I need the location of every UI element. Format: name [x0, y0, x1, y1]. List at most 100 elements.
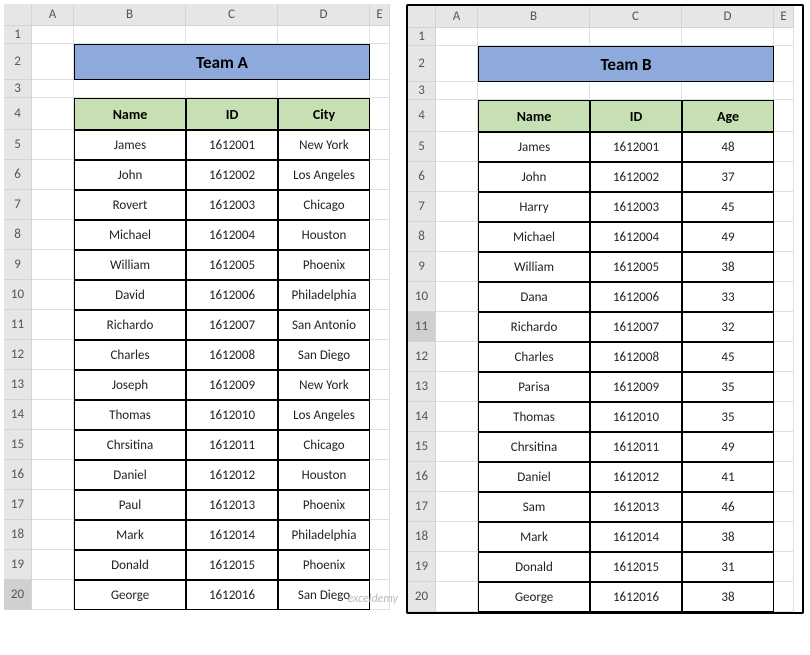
table-cell[interactable]: 1612004: [590, 222, 682, 252]
row-hdr-3[interactable]: 3: [4, 80, 32, 98]
row-hdr-10[interactable]: 10: [4, 280, 32, 310]
cell[interactable]: [774, 282, 794, 312]
row-hdr-9[interactable]: 9: [4, 250, 32, 280]
cell[interactable]: [74, 26, 186, 44]
table-cell[interactable]: Daniel: [74, 460, 186, 490]
table-cell[interactable]: Mark: [478, 522, 590, 552]
table-hdr-name[interactable]: Name: [478, 100, 590, 132]
table-cell[interactable]: 37: [682, 162, 774, 192]
cell[interactable]: [32, 250, 74, 280]
cell[interactable]: [32, 520, 74, 550]
cell[interactable]: [32, 580, 74, 610]
cell[interactable]: [32, 220, 74, 250]
row-hdr-18[interactable]: 18: [4, 520, 32, 550]
table-cell[interactable]: 1612006: [186, 280, 278, 310]
cell[interactable]: [370, 430, 390, 460]
cell[interactable]: [774, 312, 794, 342]
table-hdr-id[interactable]: ID: [186, 98, 278, 130]
cell[interactable]: [436, 222, 478, 252]
table-cell[interactable]: Parisa: [478, 372, 590, 402]
table-cell[interactable]: 1612012: [590, 462, 682, 492]
cell[interactable]: [32, 26, 74, 44]
row-hdr-9[interactable]: 9: [408, 252, 436, 282]
table-cell[interactable]: Houston: [278, 220, 370, 250]
row-hdr-7[interactable]: 7: [408, 192, 436, 222]
row-hdr-20[interactable]: 20: [408, 582, 436, 612]
row-hdr-19[interactable]: 19: [4, 550, 32, 580]
table-cell[interactable]: Charles: [74, 340, 186, 370]
cell[interactable]: [436, 462, 478, 492]
row-hdr-3[interactable]: 3: [408, 82, 436, 100]
cell[interactable]: [32, 310, 74, 340]
cell[interactable]: [186, 80, 278, 98]
row-hdr-15[interactable]: 15: [408, 432, 436, 462]
cell[interactable]: [436, 342, 478, 372]
table-cell[interactable]: 48: [682, 132, 774, 162]
cell[interactable]: [774, 222, 794, 252]
cell[interactable]: [436, 372, 478, 402]
table-cell[interactable]: Phoenix: [278, 250, 370, 280]
cell[interactable]: [74, 80, 186, 98]
cell[interactable]: [774, 162, 794, 192]
cell[interactable]: [370, 190, 390, 220]
cell[interactable]: [436, 402, 478, 432]
table-cell[interactable]: Michael: [74, 220, 186, 250]
cell[interactable]: [774, 582, 794, 612]
row-hdr-7[interactable]: 7: [4, 190, 32, 220]
cell[interactable]: [32, 460, 74, 490]
table-cell[interactable]: Thomas: [478, 402, 590, 432]
table-cell[interactable]: 1612012: [186, 460, 278, 490]
table-cell[interactable]: 35: [682, 372, 774, 402]
cell[interactable]: [774, 132, 794, 162]
col-hdr-e[interactable]: E: [774, 6, 794, 28]
cell[interactable]: [774, 402, 794, 432]
row-hdr-5[interactable]: 5: [408, 132, 436, 162]
row-hdr-2[interactable]: 2: [4, 44, 32, 80]
cell[interactable]: [478, 28, 590, 46]
table-cell[interactable]: 1612013: [590, 492, 682, 522]
table-cell[interactable]: Chicago: [278, 190, 370, 220]
cell[interactable]: [370, 280, 390, 310]
table-cell[interactable]: 41: [682, 462, 774, 492]
cell[interactable]: [370, 310, 390, 340]
cell[interactable]: [32, 400, 74, 430]
table-cell[interactable]: 1612011: [186, 430, 278, 460]
table-cell[interactable]: San Diego: [278, 340, 370, 370]
table-cell[interactable]: 33: [682, 282, 774, 312]
cell[interactable]: [774, 46, 794, 82]
col-hdr-a[interactable]: A: [32, 4, 74, 26]
table-cell[interactable]: 1612008: [590, 342, 682, 372]
row-hdr-16[interactable]: 16: [408, 462, 436, 492]
cell[interactable]: [682, 82, 774, 100]
table-hdr-city[interactable]: City: [278, 98, 370, 130]
cell[interactable]: [436, 312, 478, 342]
table-hdr-id[interactable]: ID: [590, 100, 682, 132]
row-hdr-8[interactable]: 8: [4, 220, 32, 250]
corner[interactable]: [408, 6, 436, 28]
cell[interactable]: [436, 82, 478, 100]
table-cell[interactable]: Chrsitina: [478, 432, 590, 462]
cell[interactable]: [436, 28, 478, 46]
row-hdr-13[interactable]: 13: [408, 372, 436, 402]
cell[interactable]: [370, 460, 390, 490]
row-hdr-12[interactable]: 12: [408, 342, 436, 372]
table-cell[interactable]: John: [74, 160, 186, 190]
table-cell[interactable]: 1612004: [186, 220, 278, 250]
col-hdr-d[interactable]: D: [278, 4, 370, 26]
table-cell[interactable]: William: [478, 252, 590, 282]
cell[interactable]: [32, 430, 74, 460]
cell[interactable]: [774, 192, 794, 222]
table-cell[interactable]: 1612007: [590, 312, 682, 342]
cell[interactable]: [590, 28, 682, 46]
table-cell[interactable]: 1612015: [186, 550, 278, 580]
table-cell[interactable]: Dana: [478, 282, 590, 312]
table-cell[interactable]: James: [74, 130, 186, 160]
table-cell[interactable]: San Antonio: [278, 310, 370, 340]
team-a-title[interactable]: Team A: [74, 44, 370, 80]
cell[interactable]: [370, 370, 390, 400]
table-cell[interactable]: 1612011: [590, 432, 682, 462]
cell[interactable]: [774, 372, 794, 402]
cell[interactable]: [370, 80, 390, 98]
table-cell[interactable]: Chrsitina: [74, 430, 186, 460]
cell[interactable]: [590, 82, 682, 100]
